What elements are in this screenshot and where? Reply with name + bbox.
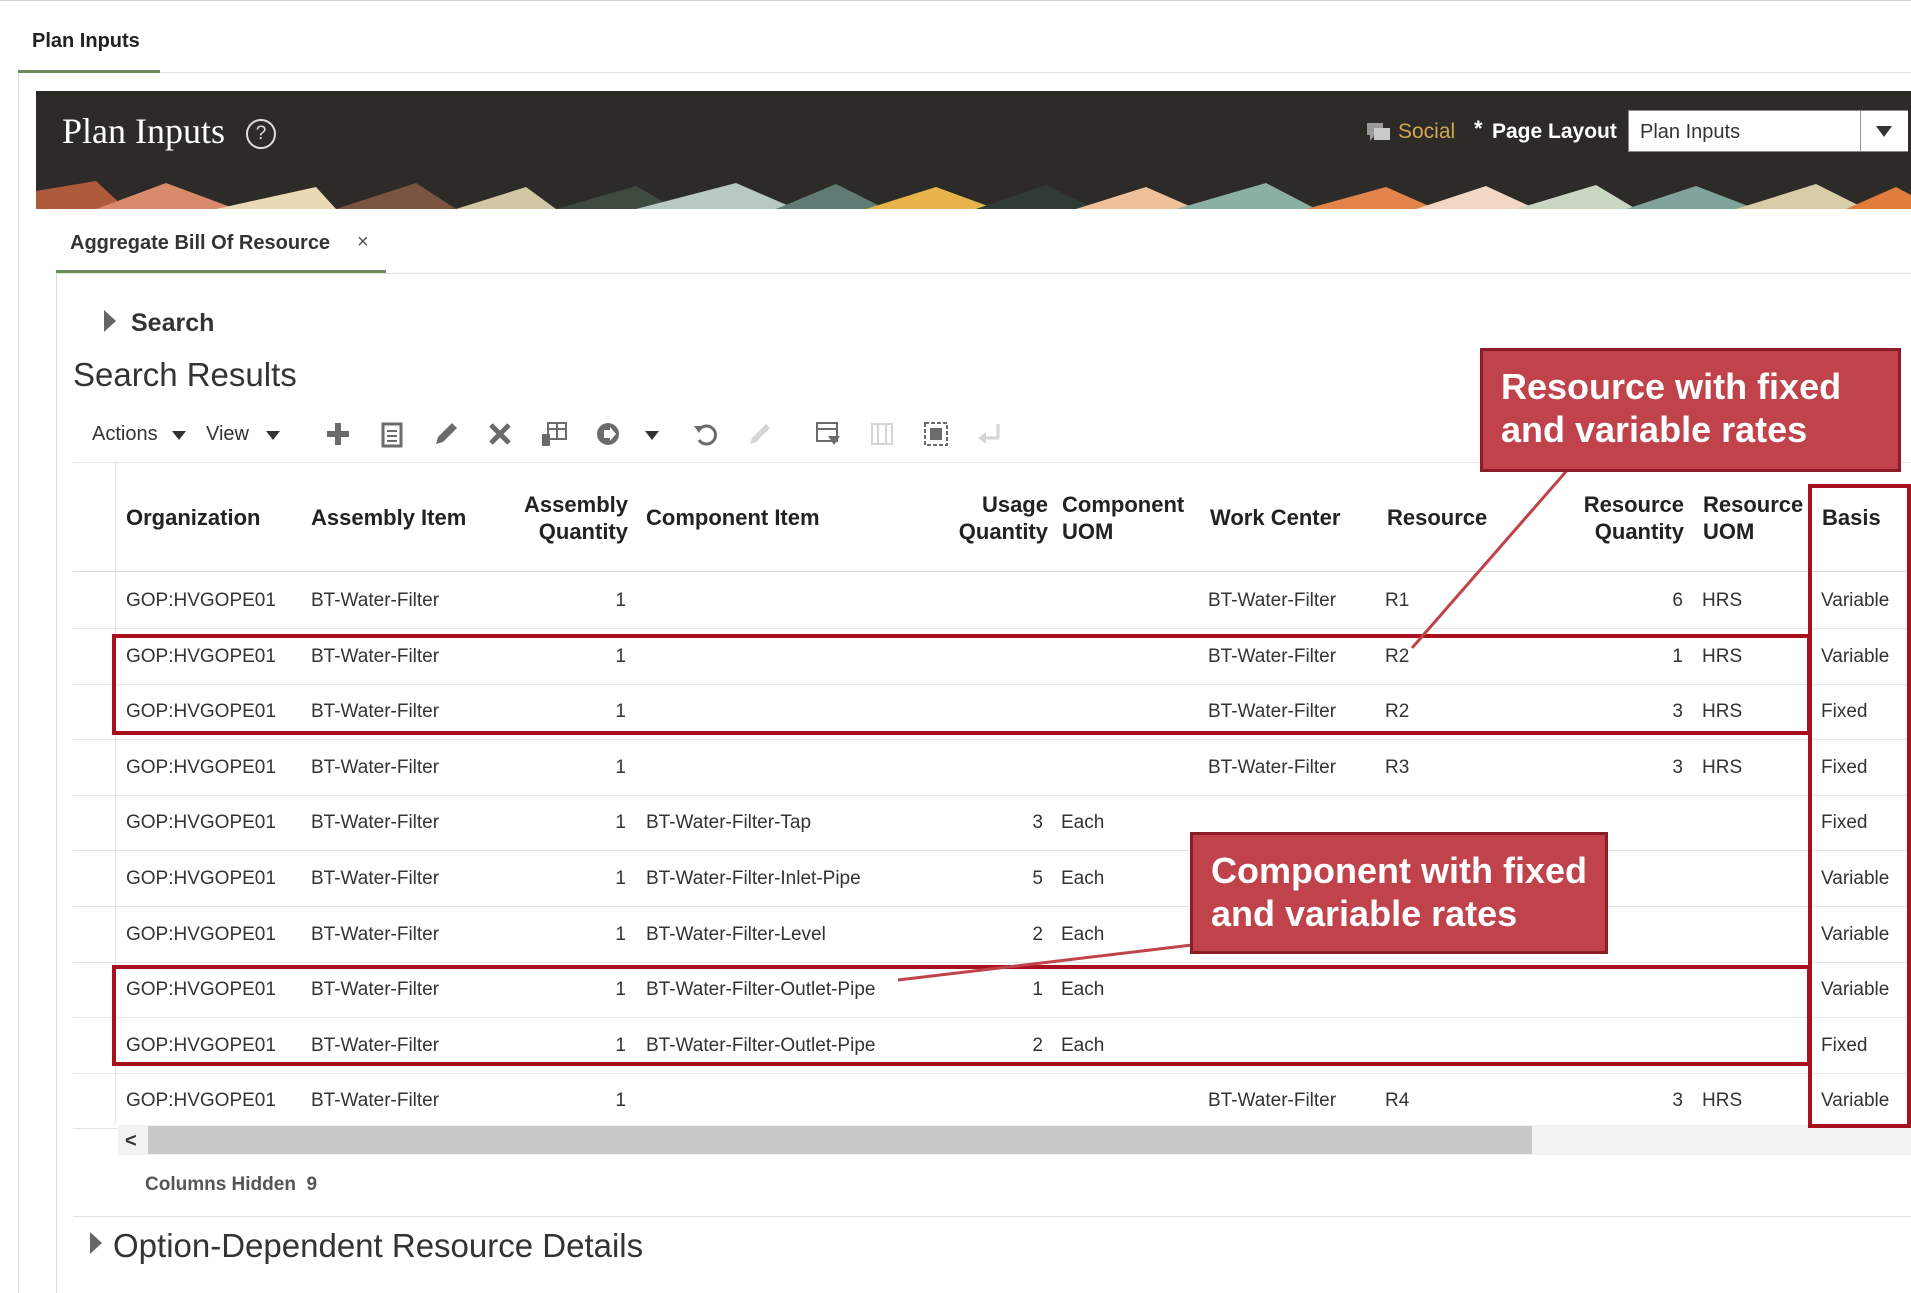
callout-connectors — [897, 466, 1572, 982]
component-callout: Component with fixed and variable rates — [1190, 832, 1608, 954]
resource-callout: Resource with fixed and variable rates — [1480, 348, 1901, 472]
